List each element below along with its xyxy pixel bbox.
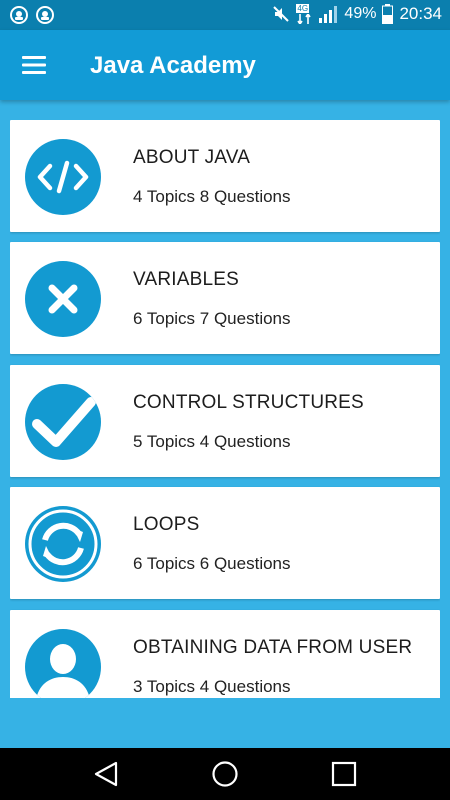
- course-icon-circle: [25, 506, 101, 582]
- network-icon: 4G: [296, 4, 312, 24]
- course-title: ABOUT JAVA: [133, 147, 251, 168]
- course-card-obtaining-data[interactable]: OBTAINING DATA FROM USER 3 Topics 4 Ques…: [10, 610, 440, 698]
- battery-percent: 49%: [344, 5, 377, 22]
- status-bar: 4G 49% 20:34: [0, 0, 450, 30]
- notification-icon: [10, 6, 28, 24]
- network-badge: 4G: [296, 4, 310, 13]
- course-card-control-structures[interactable]: CONTROL STRUCTURES 5 Topics 4 Questions: [10, 365, 440, 477]
- course-summary: 3 Topics 4 Questions: [133, 677, 291, 696]
- course-title: CONTROL STRUCTURES: [133, 392, 364, 413]
- home-icon: [212, 761, 238, 787]
- back-button[interactable]: [89, 757, 123, 791]
- refresh-icon: [28, 509, 98, 579]
- hamburger-menu-button[interactable]: [14, 47, 54, 83]
- status-left-icons: [10, 6, 54, 24]
- course-icon-circle: [25, 139, 101, 215]
- course-icon-circle: [25, 261, 101, 337]
- notification-icon: [36, 6, 54, 24]
- course-card-loops[interactable]: LOOPS 6 Topics 6 Questions: [10, 487, 440, 599]
- mute-icon: [273, 6, 290, 22]
- course-card-about-java[interactable]: ABOUT JAVA 4 Topics 8 Questions: [10, 120, 440, 232]
- hamburger-menu-icon: [22, 56, 46, 74]
- code-icon: [37, 160, 89, 194]
- course-list[interactable]: ABOUT JAVA 4 Topics 8 Questions VARIABLE…: [10, 120, 440, 698]
- course-summary: 5 Topics 4 Questions: [133, 432, 291, 451]
- recents-button[interactable]: [327, 757, 361, 791]
- app-title: Java Academy: [90, 52, 256, 79]
- app-bar: Java Academy: [0, 30, 450, 100]
- course-title: OBTAINING DATA FROM USER: [133, 637, 413, 658]
- x-icon: [48, 284, 78, 314]
- signal-icon: [319, 6, 338, 23]
- course-card-variables[interactable]: VARIABLES 6 Topics 7 Questions: [10, 242, 440, 354]
- course-summary: 6 Topics 7 Questions: [133, 309, 291, 328]
- course-summary: 6 Topics 6 Questions: [133, 554, 291, 573]
- system-nav-bar: [0, 748, 450, 800]
- back-icon: [94, 761, 118, 787]
- checkmark-icon: [32, 397, 96, 447]
- status-right-icons: 4G 49% 20:34: [272, 4, 442, 24]
- course-summary: 4 Topics 8 Questions: [133, 187, 291, 206]
- battery-icon: [382, 4, 394, 24]
- course-icon-circle: [25, 629, 101, 698]
- course-icon-circle: [25, 384, 101, 460]
- course-title: LOOPS: [133, 514, 200, 535]
- clock: 20:34: [399, 4, 442, 23]
- course-title: VARIABLES: [133, 269, 239, 290]
- recents-icon: [331, 761, 357, 787]
- user-icon: [36, 644, 90, 698]
- home-button[interactable]: [208, 757, 242, 791]
